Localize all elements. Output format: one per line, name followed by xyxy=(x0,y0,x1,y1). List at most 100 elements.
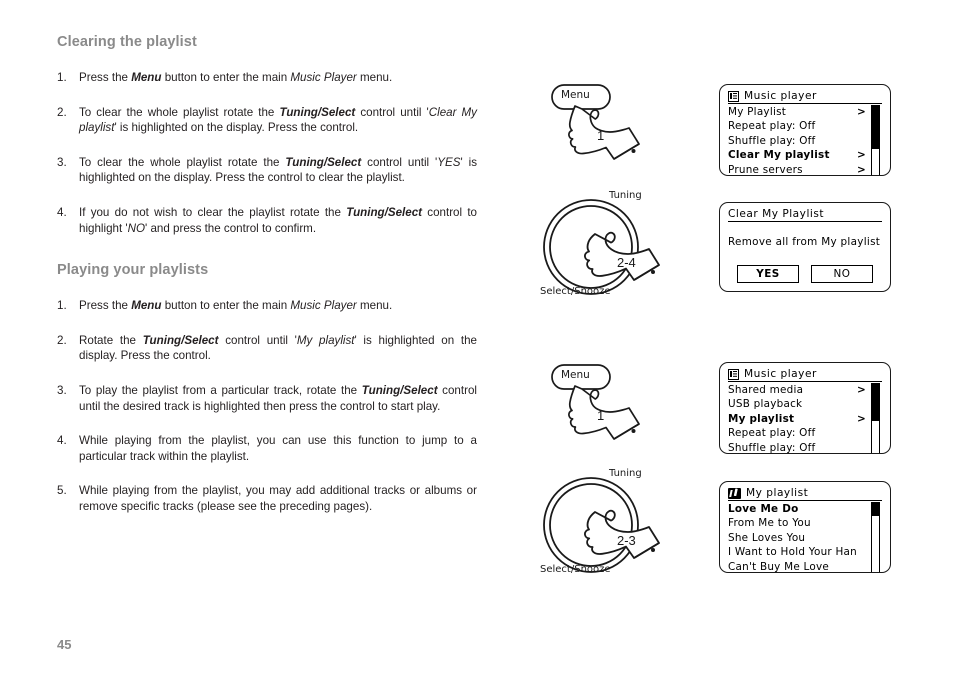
figure-tuning-knob-2: Tuning Select/Snooze 2-3 xyxy=(533,468,678,580)
step-number: 1. xyxy=(57,71,67,84)
step-text: To play the playlist from a particular t… xyxy=(79,383,477,413)
menu-item-label: Prune servers xyxy=(728,163,803,176)
menu-item-label: My Playlist xyxy=(728,106,787,118)
figure-menu-button-press-1: Menu 1 xyxy=(544,80,664,176)
step-number: 3. xyxy=(57,155,67,169)
display-menu-list: Shared media > USB playback My playlist … xyxy=(728,383,882,453)
menu-item[interactable]: Prune servers > xyxy=(728,163,882,176)
track-item-selected[interactable]: Love Me Do xyxy=(728,502,882,516)
yes-button[interactable]: YES xyxy=(737,265,799,283)
step-number: 2. xyxy=(57,105,67,119)
scrollbar[interactable] xyxy=(871,105,880,175)
track-item[interactable]: From Me to You xyxy=(728,516,882,530)
menu-item-label: Repeat play: Off xyxy=(728,427,816,440)
display-title-bar: Music player xyxy=(728,90,882,104)
step-number-badge: 2-4 xyxy=(617,255,636,270)
chevron-right-icon: > xyxy=(857,412,866,425)
step-text: To clear the whole playlist rotate the T… xyxy=(79,155,477,185)
step-item: 3. To clear the whole playlist rotate th… xyxy=(57,155,477,186)
step-number-badge: 2-3 xyxy=(617,533,636,548)
scrollbar[interactable] xyxy=(871,383,880,453)
menu-button-label[interactable]: Menu xyxy=(561,89,590,101)
menu-item[interactable]: USB playback xyxy=(728,397,882,411)
display-title: Music player xyxy=(744,90,817,102)
step-number-badge: 1 xyxy=(597,408,605,423)
display-music-player-menu-2: Music player Shared media > USB playback… xyxy=(719,362,891,454)
step-item: 2. Rotate the Tuning/Select control unti… xyxy=(57,333,477,364)
step-number: 3. xyxy=(57,383,67,397)
knob-bottom-label: Select/Snooze xyxy=(540,564,611,575)
track-title: She Loves You xyxy=(728,531,806,544)
menu-item-label: Repeat play: Off xyxy=(728,120,816,133)
figure-menu-button-press-2: Menu 1 xyxy=(544,360,664,456)
knob-bottom-label: Select/Snooze xyxy=(540,286,611,297)
display-music-player-menu-1: Music player My Playlist > Repeat play: … xyxy=(719,84,891,176)
menu-item-selected[interactable]: Clear My playlist > xyxy=(728,148,882,162)
menu-item[interactable]: Repeat play: Off xyxy=(728,426,882,440)
menu-item-label: Clear My playlist xyxy=(728,149,830,162)
chevron-right-icon: > xyxy=(857,106,866,118)
track-title: I Want to Hold Your Han xyxy=(728,546,857,559)
step-text: To clear the whole playlist rotate the T… xyxy=(79,105,477,135)
display-title-bar: Music player xyxy=(728,368,882,382)
track-title: Love Me Do xyxy=(728,503,799,515)
step-number-badge: 1 xyxy=(597,128,605,143)
step-item: 3. To play the playlist from a particula… xyxy=(57,383,477,414)
step-text: While playing from the playlist, you may… xyxy=(79,484,477,513)
scrollbar-thumb[interactable] xyxy=(872,106,879,149)
menu-item-label: Shuffle play: Off xyxy=(728,134,816,147)
track-item[interactable]: Can't Buy Me Love xyxy=(728,560,882,573)
menu-item[interactable]: Shared media > xyxy=(728,383,882,397)
no-button[interactable]: NO xyxy=(811,265,873,283)
menu-item-selected[interactable]: My playlist > xyxy=(728,412,882,426)
menu-item[interactable]: My Playlist > xyxy=(728,105,882,119)
knob-top-label: Tuning xyxy=(609,190,642,201)
menu-item-label: Shared media xyxy=(728,384,804,396)
menu-item[interactable]: Shuffle play: Off xyxy=(728,134,882,148)
chevron-right-icon: > xyxy=(857,149,866,162)
display-title: My playlist xyxy=(746,487,809,499)
menu-item[interactable]: Repeat play: Off xyxy=(728,119,882,133)
menu-button-label[interactable]: Menu xyxy=(561,369,590,381)
display-title: Music player xyxy=(744,368,817,380)
page-number: 45 xyxy=(57,637,72,652)
step-text: While playing from the playlist, you can… xyxy=(79,434,477,463)
step-item: 5. While playing from the playlist, you … xyxy=(57,483,477,514)
step-text: Press the Menu button to enter the main … xyxy=(79,299,393,313)
step-item: 1. Press the Menu button to enter the ma… xyxy=(57,298,477,314)
scrollbar[interactable] xyxy=(871,502,880,572)
track-item[interactable]: I Want to Hold Your Han xyxy=(728,545,882,559)
display-menu-list: My Playlist > Repeat play: Off Shuffle p… xyxy=(728,105,882,176)
chevron-right-icon: > xyxy=(857,384,866,396)
display-my-playlist-tracks: My playlist Love Me Do From Me to You Sh… xyxy=(719,481,891,573)
step-text: Rotate the Tuning/Select control until '… xyxy=(79,333,477,363)
menu-list-icon xyxy=(728,368,739,380)
section-heading-playing-your-playlists: Playing your playlists xyxy=(57,262,209,279)
track-title: Can't Buy Me Love xyxy=(728,560,830,573)
display-track-list: Love Me Do From Me to You She Loves You … xyxy=(728,502,882,573)
track-item[interactable]: She Loves You xyxy=(728,531,882,545)
step-number: 4. xyxy=(57,434,67,448)
menu-item[interactable]: Shuffle play: Off xyxy=(728,441,882,453)
step-item: 4. If you do not wish to clear the playl… xyxy=(57,205,477,236)
scrollbar-thumb[interactable] xyxy=(872,384,879,421)
step-text: Press the Menu button to enter the main … xyxy=(79,71,393,84)
knob-top-label: Tuning xyxy=(609,468,642,479)
chevron-right-icon: > xyxy=(857,163,866,176)
dialog-title: Clear My Playlist xyxy=(728,208,825,220)
step-number: 5. xyxy=(57,484,67,498)
instructions-column: Clearing the playlist 1. Press the Menu … xyxy=(57,34,477,534)
menu-list-icon xyxy=(728,90,739,102)
step-number: 1. xyxy=(57,299,67,313)
music-note-icon xyxy=(728,487,741,499)
display-title-bar: My playlist xyxy=(728,487,882,501)
figure-tuning-knob-1: Tuning Select/Snooze 2-4 xyxy=(533,190,678,302)
display-clear-my-playlist-dialog: Clear My Playlist Remove all from My pla… xyxy=(719,202,891,292)
track-title: From Me to You xyxy=(728,517,811,530)
dialog-button-row: YES NO xyxy=(728,265,882,283)
step-item: 1. Press the Menu button to enter the ma… xyxy=(57,70,477,86)
menu-item-label: USB playback xyxy=(728,398,803,411)
scrollbar-thumb[interactable] xyxy=(872,503,879,516)
dialog-title-bar: Clear My Playlist xyxy=(728,208,882,222)
step-number: 4. xyxy=(57,205,67,219)
